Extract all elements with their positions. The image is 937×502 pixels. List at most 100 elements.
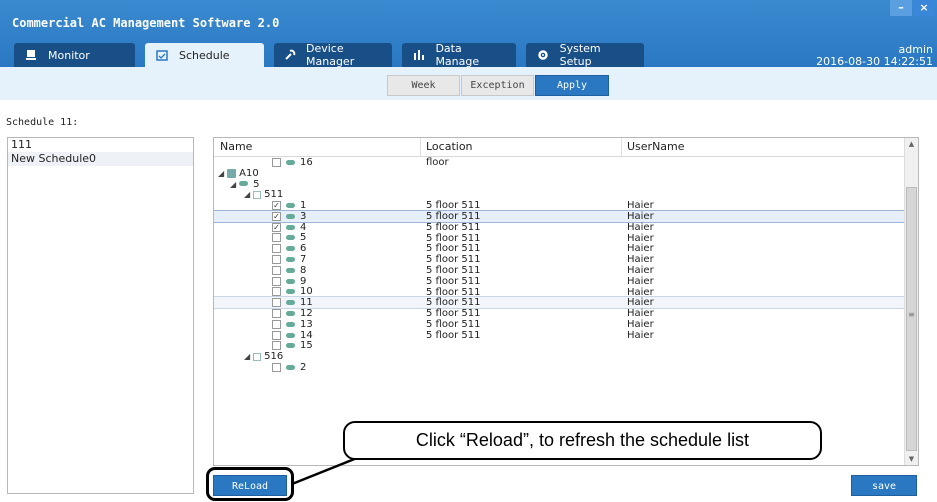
checkbox[interactable] [272,298,281,308]
node-label: 2 [300,362,307,374]
checkbox[interactable] [272,341,281,351]
instruction-callout: Click “Reload”, to refresh the schedule … [343,421,822,460]
checkbox[interactable] [272,233,281,243]
node-label: 8 [300,264,307,276]
floor-icon [239,181,249,187]
schedule-list: 111 New Schedule0 [7,137,194,494]
tree-row[interactable]: ◢ A10 [214,168,918,179]
location-cell [421,362,622,373]
location-cell: floor [426,157,449,168]
node-label: 13 [300,318,313,330]
tree-row[interactable]: ✓ 1 5 floor 511 Haier [214,200,918,211]
tree-row[interactable]: ◢ 511 [214,189,918,200]
user-info: admin 2016-08-30 14:22:51 [816,44,933,68]
tree-row[interactable]: 16 floor [214,157,918,168]
checkbox[interactable] [272,265,281,275]
username-cell: Haier [627,264,654,276]
subtab-week[interactable]: Week [387,75,460,96]
tab-schedule[interactable]: Schedule [145,43,264,67]
schedule-label: Schedule 11: [6,117,79,128]
checkbox[interactable] [272,157,281,167]
checkbox[interactable] [272,287,281,297]
tree-node-name: ◢ 516 [214,351,421,362]
checkbox[interactable] [272,330,281,340]
location-cell: 5 floor 511 [426,264,481,276]
expand-icon[interactable]: ◢ [230,179,236,190]
minimize-icon[interactable]: – [890,0,912,16]
tree-node-name: ✓ 4 [214,222,421,233]
tree-row[interactable]: 5 5 floor 511 Haier [214,232,918,244]
username-cell [622,341,902,352]
tree-row[interactable]: 14 5 floor 511 Haier [214,330,918,341]
checkbox[interactable]: ✓ [272,201,281,211]
node-label: 5 [300,232,307,244]
schedule-item[interactable]: 111 [8,138,193,152]
username-cell [622,179,902,190]
tab-monitor[interactable]: Monitor [14,43,135,67]
tree-row[interactable]: ✓ 4 5 floor 511 Haier [214,222,918,233]
tree-row[interactable]: 7 5 floor 511 Haier [214,254,918,265]
subtab-apply[interactable]: Apply [535,75,609,96]
tree-row[interactable]: 2 [214,362,918,373]
tree-row[interactable]: 11 5 floor 511 Haier [214,296,918,310]
column-header-name[interactable]: Name [214,138,421,156]
scroll-thumb[interactable] [906,187,917,451]
building-icon [227,168,237,178]
tree-row[interactable]: ◢ 5 [214,179,918,190]
sub-toolbar: Week Exception Apply [0,67,937,100]
checkbox[interactable]: ✓ [272,211,281,221]
calendar-icon [155,48,169,62]
checkbox[interactable] [272,276,281,286]
location-cell: 5 floor 511 [426,243,481,255]
checkbox[interactable] [272,255,281,265]
checkbox[interactable]: ✓ [272,222,281,232]
location-cell: 5 floor 511 [426,329,481,341]
tree-row[interactable]: 13 5 floor 511 Haier [214,319,918,330]
title-bar: Commercial AC Management Software 2.0 – … [0,0,937,68]
checkbox[interactable] [272,309,281,319]
tab-device-manager[interactable]: Device Manager [274,42,392,68]
node-label: 14 [300,329,313,341]
schedule-item[interactable]: New Schedule0 [8,152,193,166]
checkbox[interactable] [272,319,281,329]
expand-icon[interactable]: ◢ [218,168,224,179]
checkbox[interactable] [272,363,281,373]
tab-data-manage[interactable]: Data Manage [402,42,516,68]
username-cell: Haier [627,210,654,222]
save-button[interactable]: save [851,475,917,496]
tree-scrollbar[interactable]: ▲ ≡ ▼ [904,138,918,465]
location-cell: 5 floor 511 [426,297,481,309]
scroll-down-icon[interactable]: ▼ [905,453,918,465]
location-cell [421,189,622,200]
tree-row[interactable]: 9 5 floor 511 Haier [214,276,918,287]
monitor-icon [24,48,38,62]
column-header-username[interactable]: UserName [622,138,902,156]
tree-row[interactable]: 8 5 floor 511 Haier [214,265,918,276]
expand-icon[interactable]: ◢ [244,189,250,200]
username-cell: Haier [627,329,654,341]
column-header-location[interactable]: Location [421,138,622,156]
tree-row[interactable]: ✓ 3 5 floor 511 Haier [214,210,918,223]
tab-system-setup[interactable]: System Setup [526,42,644,68]
username-cell [622,168,902,179]
subtab-exception[interactable]: Exception [461,75,534,96]
tree-row[interactable]: 15 [214,340,918,352]
location-cell: 5 floor 511 [426,318,481,330]
expand-icon[interactable]: ◢ [244,351,250,362]
tree-node-name: 9 [214,276,421,287]
node-label: 7 [300,254,307,266]
scroll-up-icon[interactable]: ▲ [905,138,918,150]
username-cell: Haier [627,254,654,266]
tree-row[interactable]: 6 5 floor 511 Haier [214,243,918,254]
tree-node-name: 11 [214,297,421,308]
username-cell [622,157,902,168]
checkbox[interactable] [272,244,281,254]
tree-row[interactable]: ◢ 516 [214,351,918,362]
tree-row[interactable]: 10 5 floor 511 Haier [214,286,918,297]
tree-node-name: ✓ 1 [214,200,421,211]
close-icon[interactable]: × [913,0,935,16]
node-label: 16 [300,156,313,168]
tree-row[interactable]: 12 5 floor 511 Haier [214,308,918,319]
reload-button[interactable]: ReLoad [213,475,287,496]
ac-unit-icon [286,332,295,338]
